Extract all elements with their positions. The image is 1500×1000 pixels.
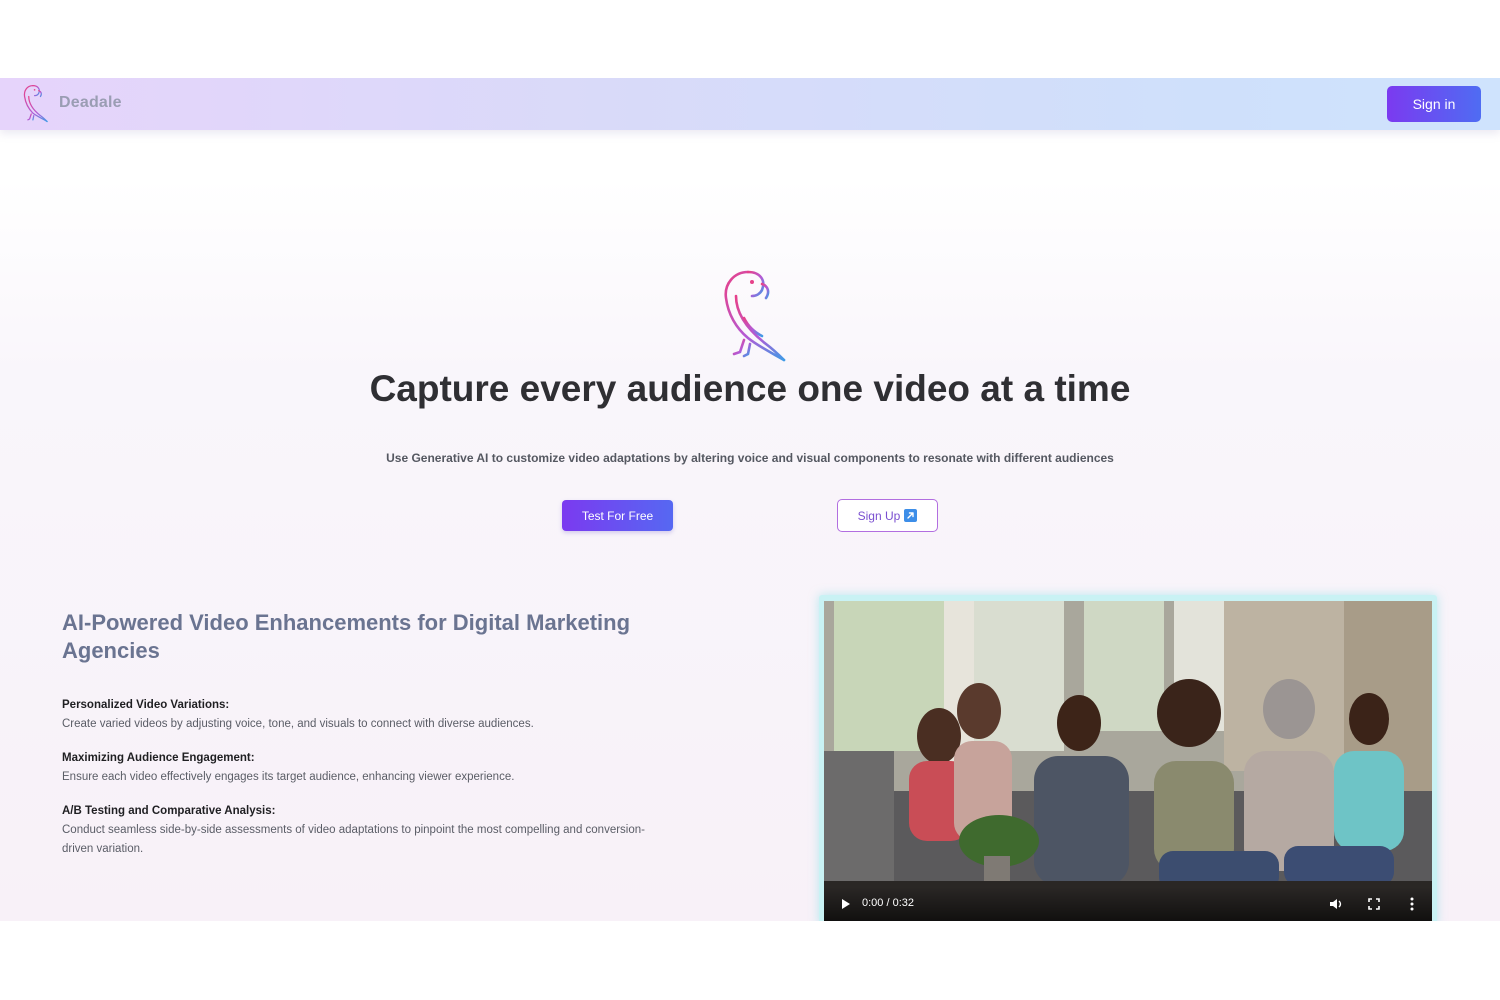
fullscreen-icon[interactable] <box>1365 895 1383 913</box>
video-controls: 0:00 / 0:32 <box>824 887 1432 921</box>
feature-description: Conduct seamless side-by-side assessment… <box>62 824 645 855</box>
hero-subtitle: Use Generative AI to customize video ada… <box>386 451 1114 465</box>
external-link-icon <box>904 508 918 522</box>
feature-title: Maximizing Audience Engagement: <box>62 752 255 764</box>
video-player[interactable]: 0:00 / 0:32 <box>824 601 1432 921</box>
feature-description: Ensure each video effectively engages it… <box>62 771 515 783</box>
play-icon[interactable] <box>836 895 854 913</box>
feature-description: Create varied videos by adjusting voice,… <box>62 718 534 730</box>
feature-title: A/B Testing and Comparative Analysis: <box>62 805 276 817</box>
feature-item: A/B Testing and Comparative Analysis: Co… <box>62 805 652 859</box>
more-options-icon[interactable] <box>1403 895 1421 913</box>
app-frame: Deadale Sign in Capture every audience o… <box>0 78 1500 921</box>
video-frame: 0:00 / 0:32 <box>819 595 1437 921</box>
sign-up-button[interactable]: Sign Up <box>837 499 938 532</box>
hero-title: Capture every audience one video at a ti… <box>369 368 1131 409</box>
volume-icon[interactable] <box>1327 895 1345 913</box>
sign-in-button[interactable]: Sign in <box>1387 86 1481 122</box>
feature-title: Personalized Video Variations: <box>62 699 230 711</box>
video-thumbnail <box>824 601 1432 921</box>
sign-up-label: Sign Up <box>857 508 901 523</box>
features-title: AI-Powered Video Enhancements for Digita… <box>62 610 631 663</box>
parrot-logo-icon[interactable] <box>20 84 50 124</box>
parrot-hero-icon <box>724 270 786 362</box>
test-for-free-button[interactable]: Test For Free <box>562 500 673 531</box>
video-time: 0:00 / 0:32 <box>862 897 914 909</box>
feature-item: Maximizing Audience Engagement: Ensure e… <box>62 752 662 787</box>
page: Deadale Sign in Capture every audience o… <box>0 0 1500 1000</box>
navbar: Deadale Sign in <box>0 78 1500 130</box>
brand-name[interactable]: Deadale <box>59 94 122 112</box>
feature-item: Personalized Video Variations: Create va… <box>62 699 662 734</box>
